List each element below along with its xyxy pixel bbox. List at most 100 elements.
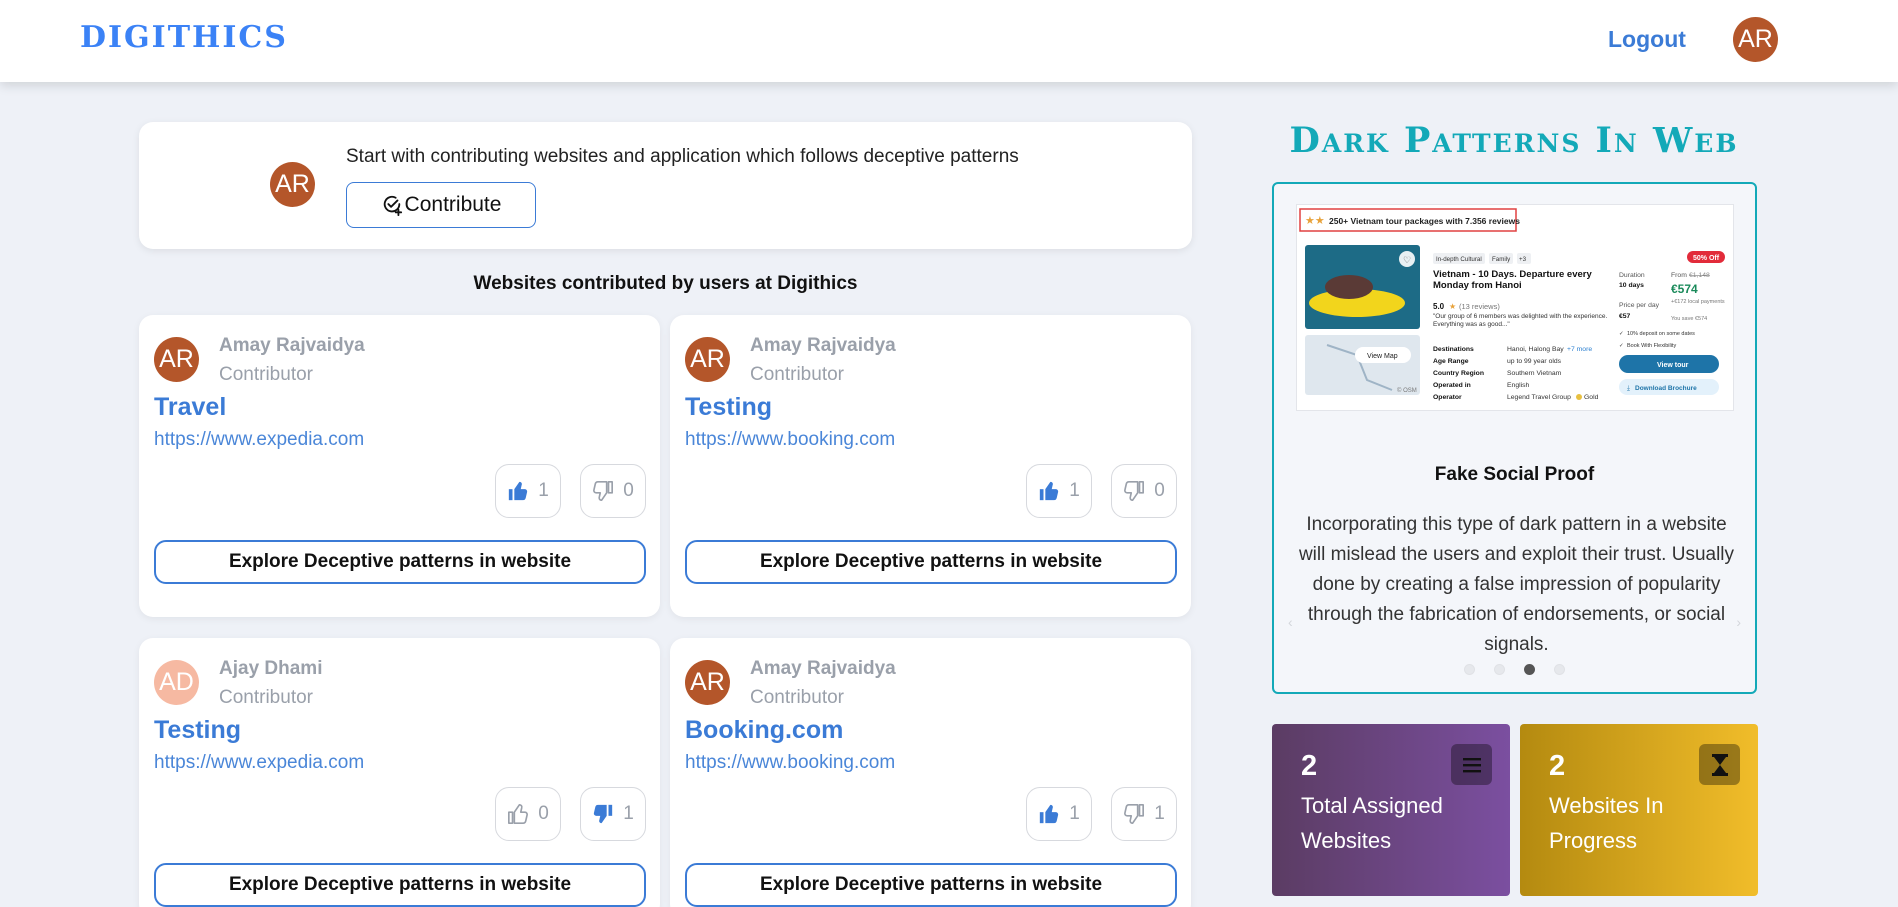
detail-value: Southern Vietnam bbox=[1507, 370, 1562, 377]
carousel-dots bbox=[1274, 664, 1755, 675]
contributor-avatar: AD bbox=[154, 660, 199, 705]
more-destinations-link: +7 more bbox=[1567, 346, 1592, 353]
stat-value: 2 bbox=[1549, 750, 1566, 782]
contributor-name: Amay Rajvaidya bbox=[750, 658, 896, 679]
section-title: Websites contributed by users at Digithi… bbox=[473, 273, 858, 294]
example-tour-title: Vietnam - 10 Days. Departure every Monda… bbox=[1433, 269, 1592, 291]
contributor-role: Contributor bbox=[750, 364, 844, 385]
svg-text:✓: ✓ bbox=[1619, 331, 1624, 337]
website-card: AR Amay Rajvaidya Contributor Travel https:/… bbox=[139, 315, 660, 617]
contributor-role: Contributor bbox=[219, 687, 313, 708]
savings-note: You save €574 bbox=[1671, 316, 1707, 322]
detail-label: Destinations bbox=[1433, 346, 1474, 353]
stat-card-assigned[interactable]: 2 Total Assigned Websites bbox=[1272, 724, 1510, 896]
website-title[interactable]: Testing bbox=[154, 716, 241, 745]
detail-label: Country Region bbox=[1433, 370, 1484, 377]
contributor-avatar: AR bbox=[154, 337, 199, 382]
upvote-button[interactable]: 1 bbox=[1026, 464, 1092, 518]
upvote-count: 1 bbox=[1069, 480, 1080, 501]
thumbs-down-icon bbox=[592, 480, 614, 502]
dark-pattern-carousel[interactable]: ★★ 250+ Vietnam tour packages with 7.356… bbox=[1272, 182, 1757, 694]
upvote-button[interactable]: 1 bbox=[495, 464, 561, 518]
carousel-prev-arrow[interactable]: ‹ bbox=[1288, 614, 1293, 630]
contributor-role: Contributor bbox=[750, 687, 844, 708]
price-per-day-label: Price per day bbox=[1619, 302, 1660, 309]
contribute-button-label: Contribute bbox=[404, 193, 502, 216]
thumbs-down-icon bbox=[1123, 480, 1145, 502]
price-per-day: €57 bbox=[1619, 313, 1631, 320]
website-url[interactable]: https://www.booking.com bbox=[685, 752, 895, 774]
explore-patterns-button[interactable]: Explore Deceptive patterns in website bbox=[685, 540, 1177, 584]
downvote-count: 1 bbox=[1154, 803, 1165, 824]
duration-value: 10 days bbox=[1619, 282, 1644, 289]
downvote-button[interactable]: 0 bbox=[580, 464, 646, 518]
thumbs-up-icon bbox=[507, 480, 529, 502]
website-url[interactable]: https://www.expedia.com bbox=[154, 429, 364, 451]
brand-logo[interactable]: DIGITHICS bbox=[80, 20, 288, 55]
upvote-button[interactable]: 0 bbox=[495, 787, 561, 841]
website-title[interactable]: Travel bbox=[154, 393, 226, 422]
svg-text:✓: ✓ bbox=[1619, 343, 1624, 349]
website-url[interactable]: https://www.expedia.com bbox=[154, 752, 364, 774]
website-title[interactable]: Booking.com bbox=[685, 716, 843, 745]
downvote-button[interactable]: 1 bbox=[580, 787, 646, 841]
upvote-count: 1 bbox=[538, 480, 549, 501]
stat-card-in-progress[interactable]: 2 Websites In Progress bbox=[1520, 724, 1758, 896]
checklist-item: Book With Flexibility bbox=[1627, 343, 1676, 349]
downvote-button[interactable]: 1 bbox=[1111, 787, 1177, 841]
logout-link[interactable]: Logout bbox=[1608, 26, 1686, 53]
stat-label: Websites In Progress bbox=[1549, 793, 1664, 853]
website-card: AD Ajay Dhami Contributor Testing https://ww… bbox=[139, 638, 660, 907]
contributor-avatar: AR bbox=[685, 337, 730, 382]
detail-label: Age Range bbox=[1433, 358, 1469, 365]
website-title[interactable]: Testing bbox=[685, 393, 772, 422]
downvote-button[interactable]: 0 bbox=[1111, 464, 1177, 518]
example-reviews: (13 reviews) bbox=[1459, 302, 1500, 311]
explore-patterns-button[interactable]: Explore Deceptive patterns in website bbox=[154, 863, 646, 907]
example-quote: "Our group of 6 members was delighted wi… bbox=[1433, 313, 1608, 328]
upvote-button[interactable]: 1 bbox=[1026, 787, 1092, 841]
detail-label: Operated in bbox=[1433, 382, 1471, 389]
detail-value: up to 99 year olds bbox=[1507, 358, 1562, 365]
stat-value: 2 bbox=[1301, 750, 1318, 782]
website-card: AR Amay Rajvaidya Contributor Testing https:… bbox=[670, 315, 1191, 617]
website-card: AR Amay Rajvaidya Contributor Booking.com ht… bbox=[670, 638, 1191, 907]
detail-label: Operator bbox=[1433, 394, 1462, 401]
user-avatar[interactable]: AR bbox=[1733, 17, 1778, 62]
website-url[interactable]: https://www.booking.com bbox=[685, 429, 895, 451]
example-rating: 5.0 bbox=[1433, 302, 1445, 311]
contributor-role: Contributor bbox=[219, 364, 313, 385]
downvote-count: 0 bbox=[1154, 480, 1165, 501]
download-icon: ⤓ bbox=[1627, 385, 1630, 392]
carousel-dot-active[interactable] bbox=[1524, 664, 1535, 675]
download-brochure-button: Download Brochure bbox=[1635, 385, 1697, 392]
map-credit: © OSM bbox=[1397, 387, 1417, 394]
carousel-dot[interactable] bbox=[1494, 664, 1505, 675]
svg-text:★: ★ bbox=[1449, 302, 1456, 311]
discount-badge: 50% Off bbox=[1693, 255, 1720, 262]
top-navbar: DIGITHICS Logout AR bbox=[0, 0, 1898, 82]
contribute-button[interactable]: Contribute bbox=[346, 182, 536, 228]
menu-icon bbox=[1451, 744, 1492, 785]
example-screenshot: ★★ 250+ Vietnam tour packages with 7.356… bbox=[1296, 204, 1734, 411]
dark-patterns-title: Dark Patterns In Web bbox=[1289, 120, 1739, 161]
stat-label: Total Assigned Websites bbox=[1301, 793, 1443, 853]
downvote-count: 1 bbox=[623, 803, 634, 824]
tag-1: In-depth Cultural bbox=[1436, 256, 1482, 263]
svg-text:★★: ★★ bbox=[1305, 215, 1325, 227]
explore-patterns-button[interactable]: Explore Deceptive patterns in website bbox=[154, 540, 646, 584]
carousel-dot[interactable] bbox=[1554, 664, 1565, 675]
new-price: €574 bbox=[1671, 282, 1698, 296]
contributor-avatar: AR bbox=[270, 162, 315, 207]
contribute-card: AR Start with contributing websites and … bbox=[139, 122, 1192, 249]
contributor-avatar: AR bbox=[685, 660, 730, 705]
explore-patterns-button[interactable]: Explore Deceptive patterns in website bbox=[685, 863, 1177, 907]
carousel-dot[interactable] bbox=[1464, 664, 1475, 675]
detail-value: Hanoi, Halong Bay bbox=[1507, 346, 1564, 353]
from-label: From bbox=[1671, 272, 1687, 279]
svg-text:♡: ♡ bbox=[1403, 255, 1411, 265]
hourglass-icon bbox=[1699, 744, 1740, 785]
duration-label: Duration bbox=[1619, 272, 1645, 279]
old-price: €1,148 bbox=[1689, 272, 1710, 279]
checklist-item: 10% deposit on some dates bbox=[1627, 331, 1695, 337]
